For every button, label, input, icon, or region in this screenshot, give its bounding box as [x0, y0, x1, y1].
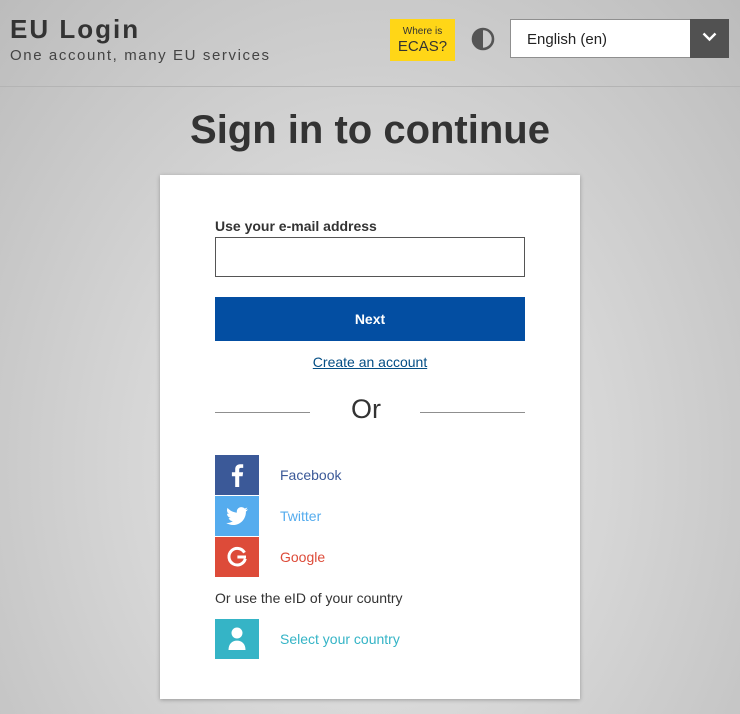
facebook-login-button[interactable]: Facebook [215, 455, 525, 495]
twitter-login-button[interactable]: Twitter [215, 496, 525, 536]
app-subtitle: One account, many EU services [10, 47, 271, 64]
google-login-button[interactable]: Google [215, 537, 525, 577]
email-label: Use your e-mail address [215, 218, 377, 234]
login-card: Use your e-mail address Next Create an a… [160, 175, 580, 699]
twitter-label: Twitter [280, 508, 322, 524]
or-divider-right [420, 412, 525, 413]
ecas-line2: ECAS? [397, 38, 448, 55]
create-account-row: Create an account [160, 354, 580, 372]
select-country-button[interactable]: Select your country [215, 619, 525, 659]
header: EU Login One account, many EU services W… [0, 0, 740, 87]
language-select[interactable]: English (en) [510, 19, 729, 58]
where-is-ecas-button[interactable]: Where is ECAS? [390, 19, 455, 61]
facebook-label: Facebook [280, 467, 342, 483]
create-account-link[interactable]: Create an account [313, 354, 427, 370]
next-button[interactable]: Next [215, 297, 525, 341]
google-label: Google [280, 549, 326, 565]
ecas-line1: Where is [402, 26, 443, 37]
facebook-icon [215, 455, 259, 495]
or-text: Or [351, 394, 381, 424]
app-title: EU Login [10, 14, 141, 44]
google-icon [215, 537, 259, 577]
eid-text: Or use the eID of your country [215, 590, 403, 606]
email-input[interactable] [215, 237, 525, 277]
page-title: Sign in to continue [190, 108, 550, 152]
or-divider-left [215, 412, 310, 413]
select-country-label: Select your country [280, 631, 400, 647]
language-value: English (en) [527, 31, 608, 48]
chevron-down-icon[interactable] [690, 19, 729, 58]
person-icon [215, 619, 259, 659]
contrast-icon[interactable] [471, 27, 495, 51]
twitter-icon [215, 496, 259, 536]
